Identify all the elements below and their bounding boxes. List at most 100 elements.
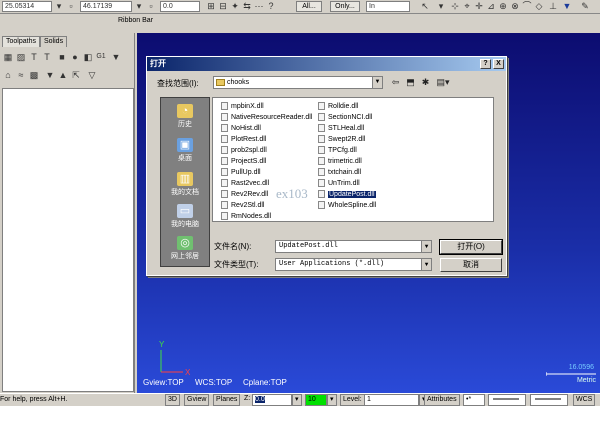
view-menu-icon[interactable]: ▤▾ (435, 77, 451, 88)
snap-icon-6[interactable]: ⊗ (510, 1, 520, 11)
line-width-select[interactable] (530, 394, 568, 406)
file-type-select[interactable]: User Applications (*.dll) ▼ (275, 258, 432, 271)
snap-icon-1[interactable]: ⊹ (450, 1, 460, 11)
new-folder-icon[interactable]: ✱ (420, 77, 431, 88)
chevron-down-icon[interactable]: ▾ (292, 394, 302, 406)
file-item[interactable]: mpbinX.dll (221, 101, 264, 112)
select-icon-3[interactable]: ✦ (230, 1, 240, 11)
up-folder-icon[interactable]: ⬒ (405, 77, 416, 88)
select-icon-4[interactable]: ⇆ (242, 1, 252, 11)
file-item[interactable]: SectionNCI.dll (318, 112, 372, 123)
chevron-down-icon[interactable]: ▾ (327, 394, 337, 406)
operations-tree[interactable] (2, 88, 134, 392)
help-icon[interactable]: ? (266, 1, 276, 11)
place-network[interactable]: ◎ 网上邻居 (161, 236, 209, 261)
verify-icon[interactable]: ● (70, 51, 80, 63)
attributes-button[interactable]: Attributes (424, 394, 460, 406)
level-button[interactable]: Level: (340, 394, 365, 406)
select-icon-5[interactable]: ⋯ (254, 1, 264, 11)
chevron-down-icon[interactable]: ▼ (372, 77, 382, 88)
coord-field-1[interactable]: 25.05314 (2, 1, 52, 12)
hide-icon[interactable]: ≈ (16, 69, 26, 81)
coord-field-3[interactable]: 0.0 (160, 1, 200, 12)
settings-icon[interactable]: ✎ (580, 1, 590, 11)
snap-icon-5[interactable]: ⊕ (498, 1, 508, 11)
dropdown-icon[interactable]: ▾ (54, 1, 64, 11)
select-icon-1[interactable]: ⊞ (206, 1, 216, 11)
file-item[interactable]: PlotRest.dll (221, 134, 266, 145)
look-in-select[interactable]: chooks ▼ (213, 76, 383, 89)
snap-icon-3[interactable]: ✛ (474, 1, 484, 11)
chevron-down-icon[interactable]: ▼ (421, 259, 431, 270)
place-documents[interactable]: ▥ 我的文档 (161, 172, 209, 197)
file-item[interactable]: UnTrim.dll (318, 178, 360, 189)
post-icon[interactable]: ◧ (83, 51, 93, 63)
point-style-select[interactable]: •* (463, 394, 485, 406)
line-style-select[interactable] (488, 394, 526, 406)
snap-icon-4[interactable]: ⊿ (486, 1, 496, 11)
file-item[interactable]: ProjectS.dll (221, 156, 266, 167)
regenerate-dirty-icon[interactable]: T (42, 51, 52, 63)
snap-icon-2[interactable]: ⌖ (462, 1, 472, 11)
file-item[interactable]: NoHist.dll (221, 123, 261, 134)
close-button[interactable]: X (493, 59, 504, 69)
file-item[interactable]: Rast2vec.dll (221, 178, 269, 189)
wcs-button[interactable]: WCS (573, 394, 596, 406)
planes-button[interactable]: Planes (213, 394, 241, 406)
snap-icon-9[interactable]: ⊥ (548, 1, 558, 11)
file-list[interactable]: mpbinX.dll NativeResourceReader.dll NoHist… (212, 97, 494, 222)
file-item[interactable]: NativeResourceReader.dll (221, 112, 312, 123)
select-icon-2[interactable]: ⊟ (218, 1, 228, 11)
move-up-icon[interactable]: ▲ (58, 69, 68, 81)
file-item[interactable]: STLHeal.dll (318, 123, 364, 134)
chevron-down-icon[interactable]: ▼ (421, 241, 431, 252)
insert-arrow-icon[interactable]: ⇱ (71, 69, 81, 81)
file-item[interactable]: Rolldie.dll (318, 101, 358, 112)
level-field[interactable]: 1 (364, 394, 419, 406)
file-item[interactable]: Swept2R.dll (318, 134, 365, 145)
snap-icon-8[interactable]: ◇ (534, 1, 544, 11)
post-toggle-icon[interactable]: ▩ (29, 69, 39, 81)
select-all-ops-icon[interactable]: ▦ (3, 51, 13, 63)
filter-icon[interactable]: ▼ (111, 51, 121, 63)
file-item[interactable]: Rev2Stl.dll (221, 200, 264, 211)
file-item[interactable]: TPCfg.dll (318, 145, 357, 156)
place-computer[interactable]: ▭ 我的电脑 (161, 204, 209, 229)
file-name-input[interactable]: UpdatePost.dll ▼ (275, 240, 432, 253)
regenerate-icon[interactable]: T (29, 51, 39, 63)
backplot-icon[interactable]: ■ (57, 51, 67, 63)
cancel-button[interactable]: 取消 (440, 258, 502, 272)
move-down-icon[interactable]: ▼ (45, 69, 55, 81)
gview-button[interactable]: Gview (184, 394, 210, 406)
place-history[interactable]: ◔ 历史 (161, 104, 209, 129)
shield-icon[interactable]: ▼ (562, 1, 572, 11)
coord-field-2[interactable]: 46.17139 (80, 1, 132, 12)
select-all-button[interactable]: All... (296, 1, 322, 12)
lock-icon[interactable]: ▫ (66, 1, 76, 11)
3d-button[interactable]: 3D (165, 394, 180, 406)
scroll-icon[interactable]: ▽ (87, 69, 97, 81)
lock-icon[interactable]: ▫ (146, 1, 156, 11)
color-field[interactable]: 10 (305, 394, 327, 406)
lock-icon[interactable]: ⌂ (3, 69, 13, 81)
tab-toolpaths[interactable]: Toolpaths (2, 36, 40, 47)
select-only-button[interactable]: Only... (330, 1, 360, 12)
file-item[interactable]: RmNodes.dll (221, 211, 271, 222)
place-desktop[interactable]: ▣ 桌面 (161, 138, 209, 163)
chevron-down-icon[interactable]: ▾ (436, 1, 446, 11)
select-dirty-icon[interactable]: ▨ (16, 51, 26, 63)
back-icon[interactable]: ⇦ (390, 77, 401, 88)
z-depth-field[interactable]: 0.0 (252, 394, 292, 406)
cursor-icon[interactable]: ↖ (420, 1, 430, 11)
file-item[interactable]: trimetric.dll (318, 156, 362, 167)
file-item[interactable]: Rev2Rev.dll (221, 189, 268, 200)
file-item[interactable]: WholeSpline.dll (318, 200, 376, 211)
help-button[interactable]: ? (480, 59, 491, 69)
open-button[interactable]: 打开(O) (439, 239, 503, 255)
file-item[interactable]: UpdatePost.dll (318, 189, 376, 200)
tab-solids[interactable]: Solids (40, 36, 68, 47)
g1-icon[interactable]: G1 (96, 51, 106, 63)
snap-icon-7[interactable]: ⌒ (522, 1, 532, 11)
file-item[interactable]: prob2spl.dll (221, 145, 267, 156)
file-item[interactable]: PullUp.dll (221, 167, 261, 178)
